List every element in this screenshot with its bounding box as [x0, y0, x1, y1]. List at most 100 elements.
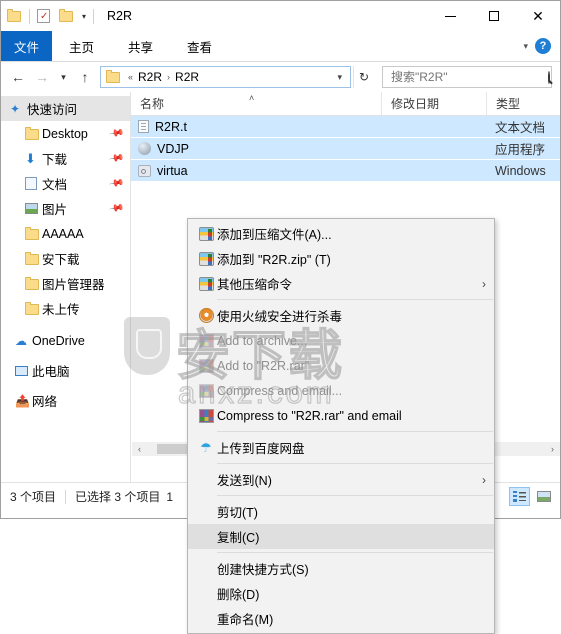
column-header-label: 名称 — [140, 97, 165, 111]
pin-icon: 📌 — [107, 125, 125, 142]
chevron-down-icon[interactable]: ▾ — [332, 72, 347, 83]
pictures-icon — [25, 203, 42, 214]
sidebar-item-this-pc[interactable]: 此电脑 — [1, 358, 130, 383]
breadcrumb-item-1[interactable]: R2R — [173, 70, 201, 84]
chevron-right-icon: › — [482, 472, 486, 487]
tab-home[interactable]: 主页 — [52, 31, 111, 61]
folder-icon — [25, 276, 42, 290]
menu-item-add-to-r2r-zip[interactable]: 添加到 "R2R.zip" (T) — [188, 246, 494, 271]
sidebar-item-not-uploaded[interactable]: 未上传 — [1, 296, 130, 321]
search-input[interactable] — [389, 69, 548, 85]
sidebar-item-downloads[interactable]: ⬇ 下载 📌 — [1, 146, 130, 171]
menu-item-compress-and-email: Compress and email... — [188, 378, 494, 403]
sidebar-item-aaaaa[interactable]: AAAAA — [1, 221, 130, 246]
menu-item-copy[interactable]: 复制(C) — [188, 524, 494, 549]
refresh-button[interactable]: ↻ — [353, 66, 374, 88]
table-row[interactable]: virtua Windows — [131, 160, 560, 182]
file-name-cell: VDJP — [131, 142, 381, 156]
file-name: VDJP — [157, 141, 189, 156]
up-button[interactable]: ↑ — [74, 66, 96, 88]
table-row[interactable]: R2R.t 文本文档 — [131, 116, 560, 138]
column-header-type[interactable]: 类型 — [486, 92, 560, 115]
winrar-alt-icon — [195, 383, 217, 398]
pin-icon: 📌 — [107, 200, 125, 217]
sidebar-item-label: 此电脑 — [32, 365, 70, 379]
menu-item-other-archive-commands[interactable]: 其他压缩命令 › — [188, 271, 494, 296]
download-arrow-icon: ⬇ — [25, 150, 36, 166]
menu-item-create-shortcut[interactable]: 创建快捷方式(S) — [188, 556, 494, 581]
tab-share[interactable]: 共享 — [111, 31, 170, 61]
divider — [93, 8, 95, 24]
sidebar-item-label: 文档 — [42, 178, 68, 192]
search-box[interactable] — [382, 66, 552, 88]
tab-view[interactable]: 查看 — [170, 31, 229, 61]
scroll-right-arrow-icon[interactable]: › — [545, 444, 560, 454]
folder-icon[interactable] — [7, 9, 22, 22]
sidebar-item-label: 网络 — [32, 395, 58, 409]
documents-icon — [25, 177, 42, 190]
file-name: virtua — [157, 163, 188, 178]
network-icon: 📤 — [15, 393, 30, 408]
thumbnail-view-button[interactable] — [533, 487, 554, 506]
sidebar-item-label: 下载 — [42, 153, 68, 167]
sidebar-item-network[interactable]: 📤 网络 — [1, 388, 130, 413]
breadcrumb-item-0[interactable]: R2R — [136, 70, 164, 84]
winrar-alt-icon — [195, 333, 217, 348]
menu-item-huorong-scan[interactable]: 使用火绒安全进行杀毒 — [188, 303, 494, 328]
column-header-label: 类型 — [496, 97, 521, 111]
winrar-alt-icon — [195, 408, 217, 423]
sidebar-item-picture-manager[interactable]: 图片管理器 — [1, 271, 130, 296]
sidebar-item-quick-access[interactable]: ✦ 快速访问 — [1, 96, 130, 121]
properties-icon[interactable]: ✓ — [37, 9, 50, 23]
column-header-label: 修改日期 — [391, 97, 440, 111]
help-icon[interactable]: ? — [535, 38, 551, 54]
menu-item-delete[interactable]: 删除(D) — [188, 581, 494, 606]
folder-icon — [25, 301, 42, 315]
search-icon[interactable] — [548, 70, 550, 84]
chevron-right-icon: › — [482, 276, 486, 291]
menu-item-label: Add to "R2R.rar" — [217, 358, 310, 373]
tab-file[interactable]: 文件 — [1, 31, 52, 61]
menu-item-compress-to-rar-and-email[interactable]: Compress to "R2R.rar" and email — [188, 403, 494, 428]
recent-locations-button[interactable]: ▾ — [55, 66, 72, 88]
menu-item-send-to[interactable]: 发送到(N) › — [188, 467, 494, 492]
new-folder-icon[interactable] — [59, 9, 74, 22]
menu-separator — [217, 495, 493, 496]
forward-button[interactable]: → — [31, 66, 53, 88]
details-view-icon — [513, 491, 526, 502]
close-button[interactable]: ✕ — [516, 1, 560, 31]
ribbon-right-controls: ▾ ? — [523, 31, 560, 61]
details-view-button[interactable] — [509, 487, 530, 506]
menu-item-upload-to-baidu-netdisk[interactable]: ☂ 上传到百度网盘 — [188, 435, 494, 460]
file-type-cell: Windows — [495, 163, 546, 178]
table-row[interactable]: VDJP 应用程序 — [131, 138, 560, 160]
address-input[interactable]: « R2R › R2R ▾ — [100, 66, 351, 88]
baidu-netdisk-icon: ☂ — [200, 440, 212, 455]
back-button[interactable]: ← — [7, 66, 29, 88]
item-count-label: 3 个项目 — [10, 490, 57, 504]
menu-item-cut[interactable]: 剪切(T) — [188, 499, 494, 524]
column-header-name[interactable]: 名称 ˄ — [131, 92, 381, 115]
menu-item-add-to-r2r-rar: Add to "R2R.rar" — [188, 353, 494, 378]
maximize-button[interactable] — [472, 1, 516, 31]
column-header-date[interactable]: 修改日期 — [381, 92, 486, 115]
minimize-button[interactable] — [428, 1, 472, 31]
huorong-shield-icon — [195, 308, 217, 323]
menu-item-add-to-archive-cn[interactable]: 添加到压缩文件(A)... — [188, 221, 494, 246]
menu-separator — [217, 552, 493, 553]
sidebar-item-documents[interactable]: 文档 📌 — [1, 171, 130, 196]
sidebar-item-pictures[interactable]: 图片 📌 — [1, 196, 130, 221]
scroll-left-arrow-icon[interactable]: ‹ — [132, 444, 147, 454]
folder-icon — [25, 126, 42, 140]
customize-caret-glyph[interactable]: ▾ — [82, 12, 86, 21]
sidebar-item-anxiazai[interactable]: 安下载 — [1, 246, 130, 271]
sidebar-item-desktop[interactable]: Desktop 📌 — [1, 121, 130, 146]
sidebar-item-onedrive[interactable]: ☁ OneDrive — [1, 328, 130, 353]
file-name-cell: R2R.t — [131, 120, 381, 134]
menu-item-label: 剪切(T) — [217, 506, 258, 520]
menu-item-label: 删除(D) — [217, 588, 260, 602]
selection-label: 已选择 3 个项目 — [75, 490, 161, 504]
menu-item-rename[interactable]: 重命名(M) — [188, 606, 494, 631]
sidebar-item-label: OneDrive — [32, 333, 85, 348]
chevron-down-icon[interactable]: ▾ — [523, 41, 528, 52]
